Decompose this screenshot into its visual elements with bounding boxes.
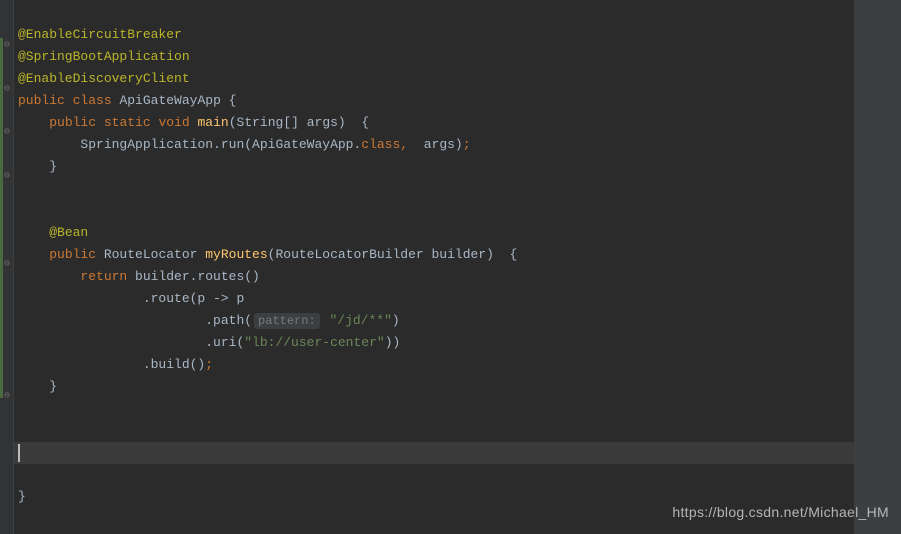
code-line: public class ApiGateWayApp {	[14, 90, 854, 112]
keyword: class	[73, 93, 112, 108]
brace: }	[49, 379, 57, 394]
type: RouteLocator	[96, 247, 205, 262]
cursor-line	[14, 442, 854, 464]
code-line: return builder.routes()	[14, 266, 854, 288]
code-line	[14, 2, 854, 24]
watermark: https://blog.csdn.net/Michael_HM	[672, 504, 889, 520]
class-name: ApiGateWayApp	[119, 93, 220, 108]
brace: }	[18, 489, 26, 504]
code-line: @EnableDiscoveryClient	[14, 68, 854, 90]
gutter: ⊖ ⊖ ⊖ ⊖ ⊖ ⊖	[0, 0, 14, 534]
brace: {	[221, 93, 237, 108]
param-hint: pattern:	[254, 313, 320, 329]
method-name: main	[198, 115, 229, 130]
code-line: }	[14, 156, 854, 178]
code-line: @Bean	[14, 222, 854, 244]
params: (RouteLocatorBuilder builder)	[268, 247, 494, 262]
brace: {	[494, 247, 517, 262]
code-line: @SpringBootApplication	[14, 46, 854, 68]
keyword: static	[104, 115, 151, 130]
code-line: .build();	[14, 354, 854, 376]
code-line: public RouteLocator myRoutes(RouteLocato…	[14, 244, 854, 266]
semicolon: ;	[463, 137, 471, 152]
paren: ))	[385, 335, 401, 350]
method-name: myRoutes	[205, 247, 267, 262]
call: .build()	[143, 357, 205, 372]
code-line	[14, 420, 854, 442]
keyword: return	[80, 269, 127, 284]
params: (String[] args)	[229, 115, 346, 130]
semicolon: ;	[205, 357, 213, 372]
keyword: public	[18, 93, 65, 108]
fold-icon[interactable]: ⊖	[2, 85, 12, 95]
brace: {	[346, 115, 369, 130]
call: .route(p -> p	[143, 291, 244, 306]
fold-icon[interactable]: ⊖	[2, 260, 12, 270]
keyword: class	[361, 137, 400, 152]
code-line	[14, 464, 854, 486]
code-line: public static void main(String[] args) {	[14, 112, 854, 134]
fold-icon[interactable]: ⊖	[2, 128, 12, 138]
annotation: @EnableDiscoveryClient	[18, 71, 190, 86]
brace: }	[49, 159, 57, 174]
keyword: public	[49, 247, 96, 262]
fold-icon[interactable]: ⊖	[2, 41, 12, 51]
right-panel	[866, 0, 901, 534]
code-area[interactable]: @EnableCircuitBreaker @SpringBootApplica…	[14, 0, 854, 534]
args: args)	[408, 137, 463, 152]
call: SpringApplication.run(ApiGateWayApp.	[80, 137, 361, 152]
code-line	[14, 398, 854, 420]
annotation: @EnableCircuitBreaker	[18, 27, 182, 42]
keyword: void	[158, 115, 189, 130]
fold-icon[interactable]: ⊖	[2, 172, 12, 182]
code-line: SpringApplication.run(ApiGateWayApp.clas…	[14, 134, 854, 156]
paren: )	[392, 313, 400, 328]
call: .uri(	[205, 335, 244, 350]
comma: ,	[400, 137, 408, 152]
code-line: @EnableCircuitBreaker	[14, 24, 854, 46]
annotation: @SpringBootApplication	[18, 49, 190, 64]
code-line	[14, 200, 854, 222]
string-literal: "lb://user-center"	[244, 335, 384, 350]
keyword: public	[49, 115, 96, 130]
code-line: }	[14, 376, 854, 398]
string-literal: "/jd/**"	[329, 313, 391, 328]
call: builder.routes()	[127, 269, 260, 284]
editor-container: ⊖ ⊖ ⊖ ⊖ ⊖ ⊖ @EnableCircuitBreaker @Sprin…	[0, 0, 901, 534]
code-line	[14, 178, 854, 200]
code-line: .path(pattern: "/jd/**")	[14, 310, 854, 332]
annotation: @Bean	[49, 225, 88, 240]
call: .path(	[205, 313, 252, 328]
scrollbar-vertical[interactable]	[854, 0, 866, 534]
fold-icon[interactable]: ⊖	[2, 392, 12, 402]
text-cursor	[18, 444, 20, 462]
code-line: .route(p -> p	[14, 288, 854, 310]
code-line: .uri("lb://user-center"))	[14, 332, 854, 354]
